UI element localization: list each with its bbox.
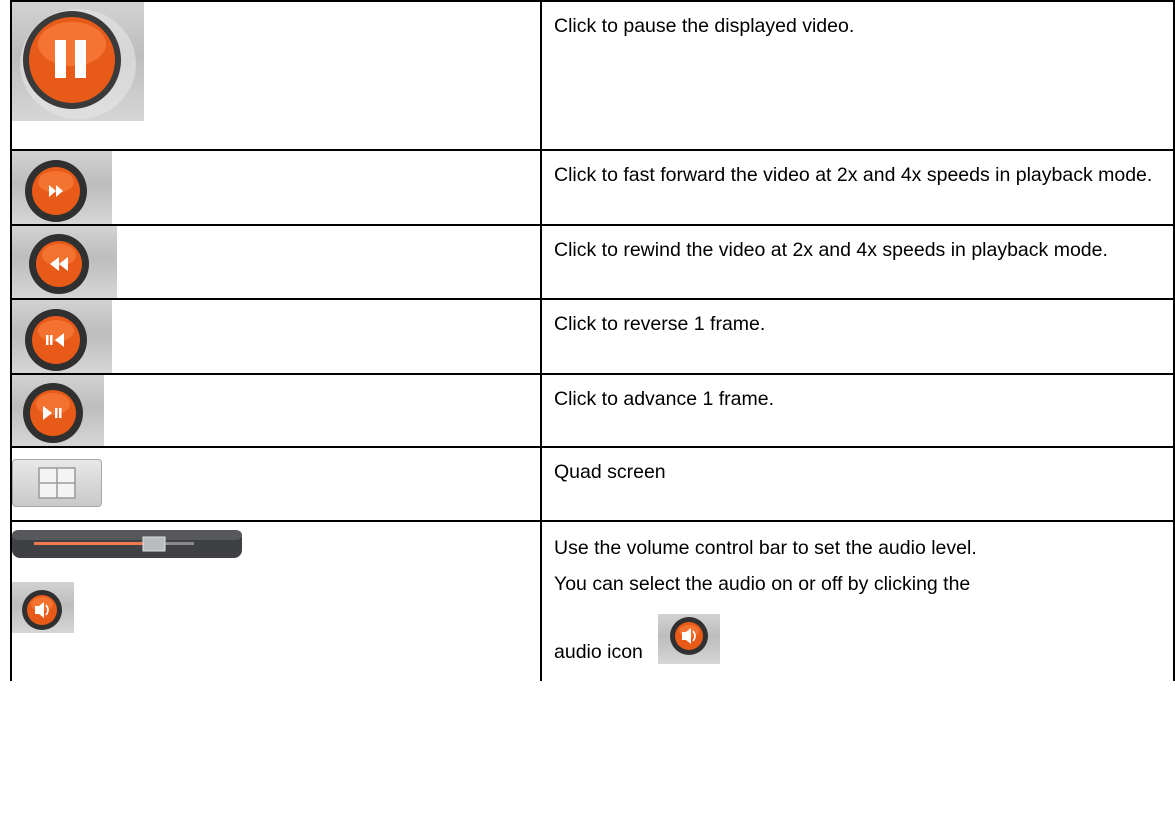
table-row: Click to fast forward the video at 2x an… <box>10 149 1175 226</box>
reverse-frame-button[interactable] <box>12 300 112 373</box>
volume-slider[interactable] <box>12 528 242 560</box>
rewind-button[interactable] <box>12 226 117 298</box>
inline-audio-icon <box>658 614 721 664</box>
table-row: Click to advance 1 frame. <box>10 373 1175 448</box>
pause-button-icon <box>20 9 136 119</box>
icon-cell <box>10 224 542 300</box>
icon-cell <box>10 520 542 681</box>
volume-description-line: You can select the audio on or off by cl… <box>554 573 971 595</box>
volume-description-line: audio icon <box>554 641 643 663</box>
description-cell: Click to reverse 1 frame. <box>540 298 1175 375</box>
volume-thumb[interactable] <box>142 536 166 552</box>
icon-cell <box>10 373 542 448</box>
advance-frame-button[interactable] <box>12 375 104 446</box>
table-row: Click to reverse 1 frame. <box>10 298 1175 375</box>
volume-slider-graphic <box>12 530 242 558</box>
icon-cell <box>10 149 542 226</box>
fast-forward-button[interactable] <box>12 151 112 224</box>
quad-screen-button-icon <box>38 467 76 499</box>
description-cell: Quad screen <box>540 446 1175 522</box>
reverse-frame-button-icon <box>25 309 87 371</box>
volume-description-line: Use the volume control bar to set the au… <box>554 537 977 559</box>
pause-button[interactable] <box>12 2 144 121</box>
description-cell: Use the volume control bar to set the au… <box>540 520 1175 681</box>
quad-screen-button[interactable] <box>12 459 102 507</box>
controls-table: Click to pause the displayed video. Clic… <box>10 0 1175 681</box>
table-row: Click to rewind the video at 2x and 4x s… <box>10 224 1175 300</box>
description-cell: Click to fast forward the video at 2x an… <box>540 149 1175 226</box>
icon-cell <box>10 0 542 151</box>
icon-cell <box>10 298 542 375</box>
advance-frame-button-icon <box>23 383 83 443</box>
audio-speaker-icon <box>670 617 709 655</box>
icon-cell <box>10 446 542 522</box>
table-row: Use the volume control bar to set the au… <box>10 520 1175 681</box>
description-cell: Click to advance 1 frame. <box>540 373 1175 448</box>
description-cell: Click to rewind the video at 2x and 4x s… <box>540 224 1175 300</box>
audio-toggle-button[interactable] <box>12 582 74 633</box>
table-row: Click to pause the displayed video. <box>10 0 1175 151</box>
audio-speaker-icon <box>22 590 62 630</box>
description-cell: Click to pause the displayed video. <box>540 0 1175 151</box>
fast-forward-button-icon <box>25 160 87 222</box>
table-row: Quad screen <box>10 446 1175 522</box>
rewind-button-icon <box>29 234 89 294</box>
volume-level-fill <box>34 542 154 545</box>
